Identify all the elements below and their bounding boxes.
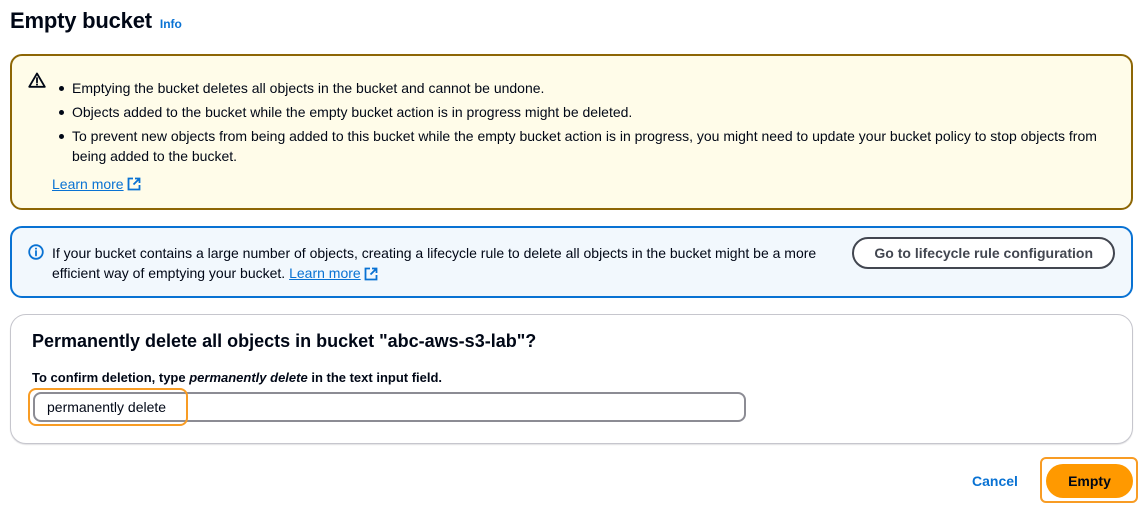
warning-icon: [28, 72, 46, 88]
confirm-label-prefix: To confirm deletion, type: [32, 370, 190, 385]
confirm-label: To confirm deletion, type permanently de…: [32, 370, 442, 385]
warning-item: Objects added to the bucket while the em…: [54, 102, 1114, 122]
confirm-title: Permanently delete all objects in bucket…: [32, 331, 537, 351]
lifecycle-rule-config-button[interactable]: Go to lifecycle rule configuration: [852, 237, 1115, 269]
confirm-deletion-container: Permanently delete all objects in bucket…: [10, 314, 1133, 444]
learn-more-label: Learn more: [289, 265, 361, 281]
page-header: Empty bucket Info: [10, 8, 182, 34]
empty-button[interactable]: Empty: [1046, 464, 1133, 498]
warning-alert: Emptying the bucket deletes all objects …: [10, 54, 1133, 210]
confirm-label-suffix: in the text input field.: [307, 370, 443, 385]
external-link-icon: [127, 177, 141, 191]
info-icon: [28, 244, 44, 260]
warning-item: To prevent new objects from being added …: [54, 126, 1114, 166]
confirm-deletion-input[interactable]: [33, 392, 746, 422]
warning-learn-more-link[interactable]: Learn more: [52, 176, 141, 192]
learn-more-label: Learn more: [52, 176, 124, 192]
external-link-icon: [364, 266, 378, 281]
confirm-label-emphasis: permanently delete: [189, 370, 308, 385]
cancel-button[interactable]: Cancel: [962, 466, 1028, 496]
warning-item: Emptying the bucket deletes all objects …: [54, 78, 1114, 98]
warning-list: Emptying the bucket deletes all objects …: [54, 78, 1114, 170]
info-alert-message: If your bucket contains a large number o…: [52, 245, 817, 281]
info-alert-text: If your bucket contains a large number o…: [52, 243, 832, 283]
info-learn-more-link[interactable]: Learn more: [289, 263, 378, 283]
info-alert: If your bucket contains a large number o…: [10, 226, 1133, 298]
info-link[interactable]: Info: [160, 17, 182, 31]
page-title: Empty bucket: [10, 8, 152, 33]
